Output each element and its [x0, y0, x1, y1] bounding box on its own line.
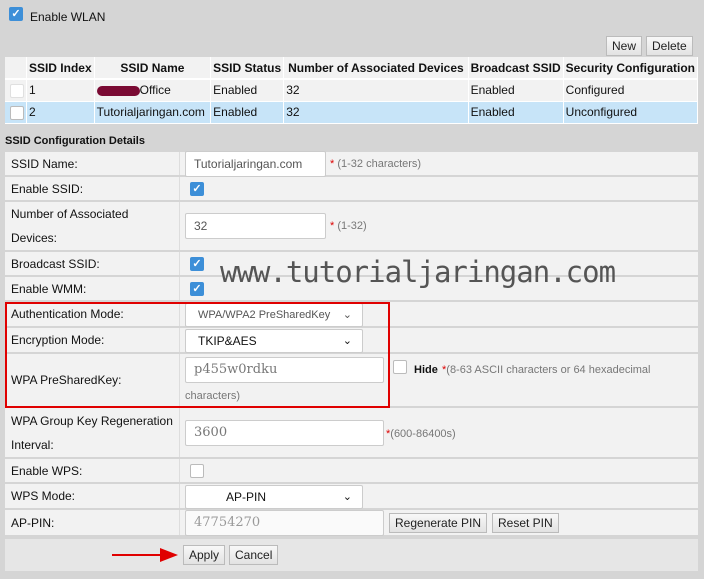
cell-security: Unconfigured: [563, 101, 699, 124]
group-key-label: WPA Group Key Regeneration Interval:: [5, 408, 180, 457]
redaction-mark: [96, 86, 140, 97]
arrow-annotation-icon: [112, 548, 178, 562]
highlight-box: [5, 302, 390, 408]
cell-broadcast: Enabled: [468, 79, 564, 102]
enable-wmm-checkbox[interactable]: ✓: [190, 282, 204, 296]
col-index: SSID Index: [26, 57, 95, 80]
cell-index: 1: [26, 79, 95, 102]
enable-ssid-label: Enable SSID:: [5, 177, 180, 200]
row-checkbox[interactable]: [10, 84, 24, 98]
num-devices-hint: (1-32): [337, 220, 367, 232]
num-devices-label: Number of Associated Devices:: [5, 202, 180, 250]
reset-pin-button[interactable]: Reset PIN: [492, 513, 559, 533]
broadcast-ssid-checkbox[interactable]: ✓: [190, 257, 204, 271]
cell-status: Enabled: [210, 79, 285, 102]
cell-security: Configured: [563, 79, 699, 102]
col-name: SSID Name: [94, 57, 212, 80]
table-header: SSID Index SSID Name SSID Status Number …: [5, 57, 699, 80]
group-key-input[interactable]: 3600: [185, 420, 384, 446]
cell-broadcast: Enabled: [468, 101, 564, 124]
apply-button[interactable]: Apply: [183, 545, 226, 565]
enable-wps-checkbox[interactable]: [190, 464, 204, 478]
cancel-button[interactable]: Cancel: [229, 545, 279, 565]
enable-wlan-label: Enable WLAN: [30, 10, 106, 24]
cell-name: Tutorialjaringan.com: [94, 101, 212, 124]
cell-status: Enabled: [210, 101, 285, 124]
cell-devices: 32: [283, 101, 469, 124]
wps-mode-select[interactable]: AP-PIN ⌄: [185, 485, 363, 509]
chevron-down-icon: ⌄: [342, 491, 352, 503]
enable-ssid-checkbox[interactable]: ✓: [190, 182, 204, 196]
hide-label: Hide: [414, 364, 438, 376]
ap-pin-input[interactable]: 47754270: [185, 510, 384, 536]
num-devices-input[interactable]: 32: [185, 213, 326, 239]
col-security: Security Configuration: [563, 57, 699, 80]
col-select: [5, 57, 27, 80]
ssid-name-input[interactable]: Tutorialjaringan.com: [185, 151, 326, 177]
hide-checkbox[interactable]: [393, 360, 407, 374]
ssid-name-hint: (1-32 characters): [337, 158, 422, 170]
col-devices: Number of Associated Devices: [283, 57, 469, 80]
enable-wmm-label: Enable WMM:: [5, 277, 180, 300]
watermark: www.tutorialjaringan.com: [220, 255, 616, 289]
cell-devices: 32: [283, 79, 469, 102]
action-bar: [5, 539, 698, 571]
cell-name: Office: [94, 79, 212, 102]
section-title: SSID Configuration Details: [5, 135, 145, 147]
ssid-table: SSID Index SSID Name SSID Status Number …: [5, 57, 699, 124]
table-row[interactable]: 2 Tutorialjaringan.com Enabled 32 Enable…: [5, 101, 699, 124]
broadcast-ssid-label: Broadcast SSID:: [5, 252, 180, 275]
group-key-hint: (600-86400s): [390, 428, 456, 440]
col-broadcast: Broadcast SSID: [468, 57, 564, 80]
delete-button[interactable]: Delete: [646, 36, 693, 56]
ssid-name-label: SSID Name:: [5, 152, 180, 175]
table-row[interactable]: 1 Office Enabled 32 Enabled Configured: [5, 79, 699, 102]
enable-wps-label: Enable WPS:: [5, 459, 180, 482]
ap-pin-label: AP-PIN:: [5, 510, 180, 535]
regenerate-pin-button[interactable]: Regenerate PIN: [389, 513, 488, 533]
cell-index: 2: [26, 101, 95, 124]
psk-hint: (8-63 ASCII characters or 64 hexadecimal: [446, 364, 651, 376]
row-checkbox[interactable]: [10, 105, 24, 120]
wps-mode-label: WPS Mode:: [5, 484, 180, 508]
new-button[interactable]: New: [606, 36, 643, 56]
col-status: SSID Status: [210, 57, 285, 80]
enable-wlan-checkbox[interactable]: ✓: [9, 7, 23, 21]
